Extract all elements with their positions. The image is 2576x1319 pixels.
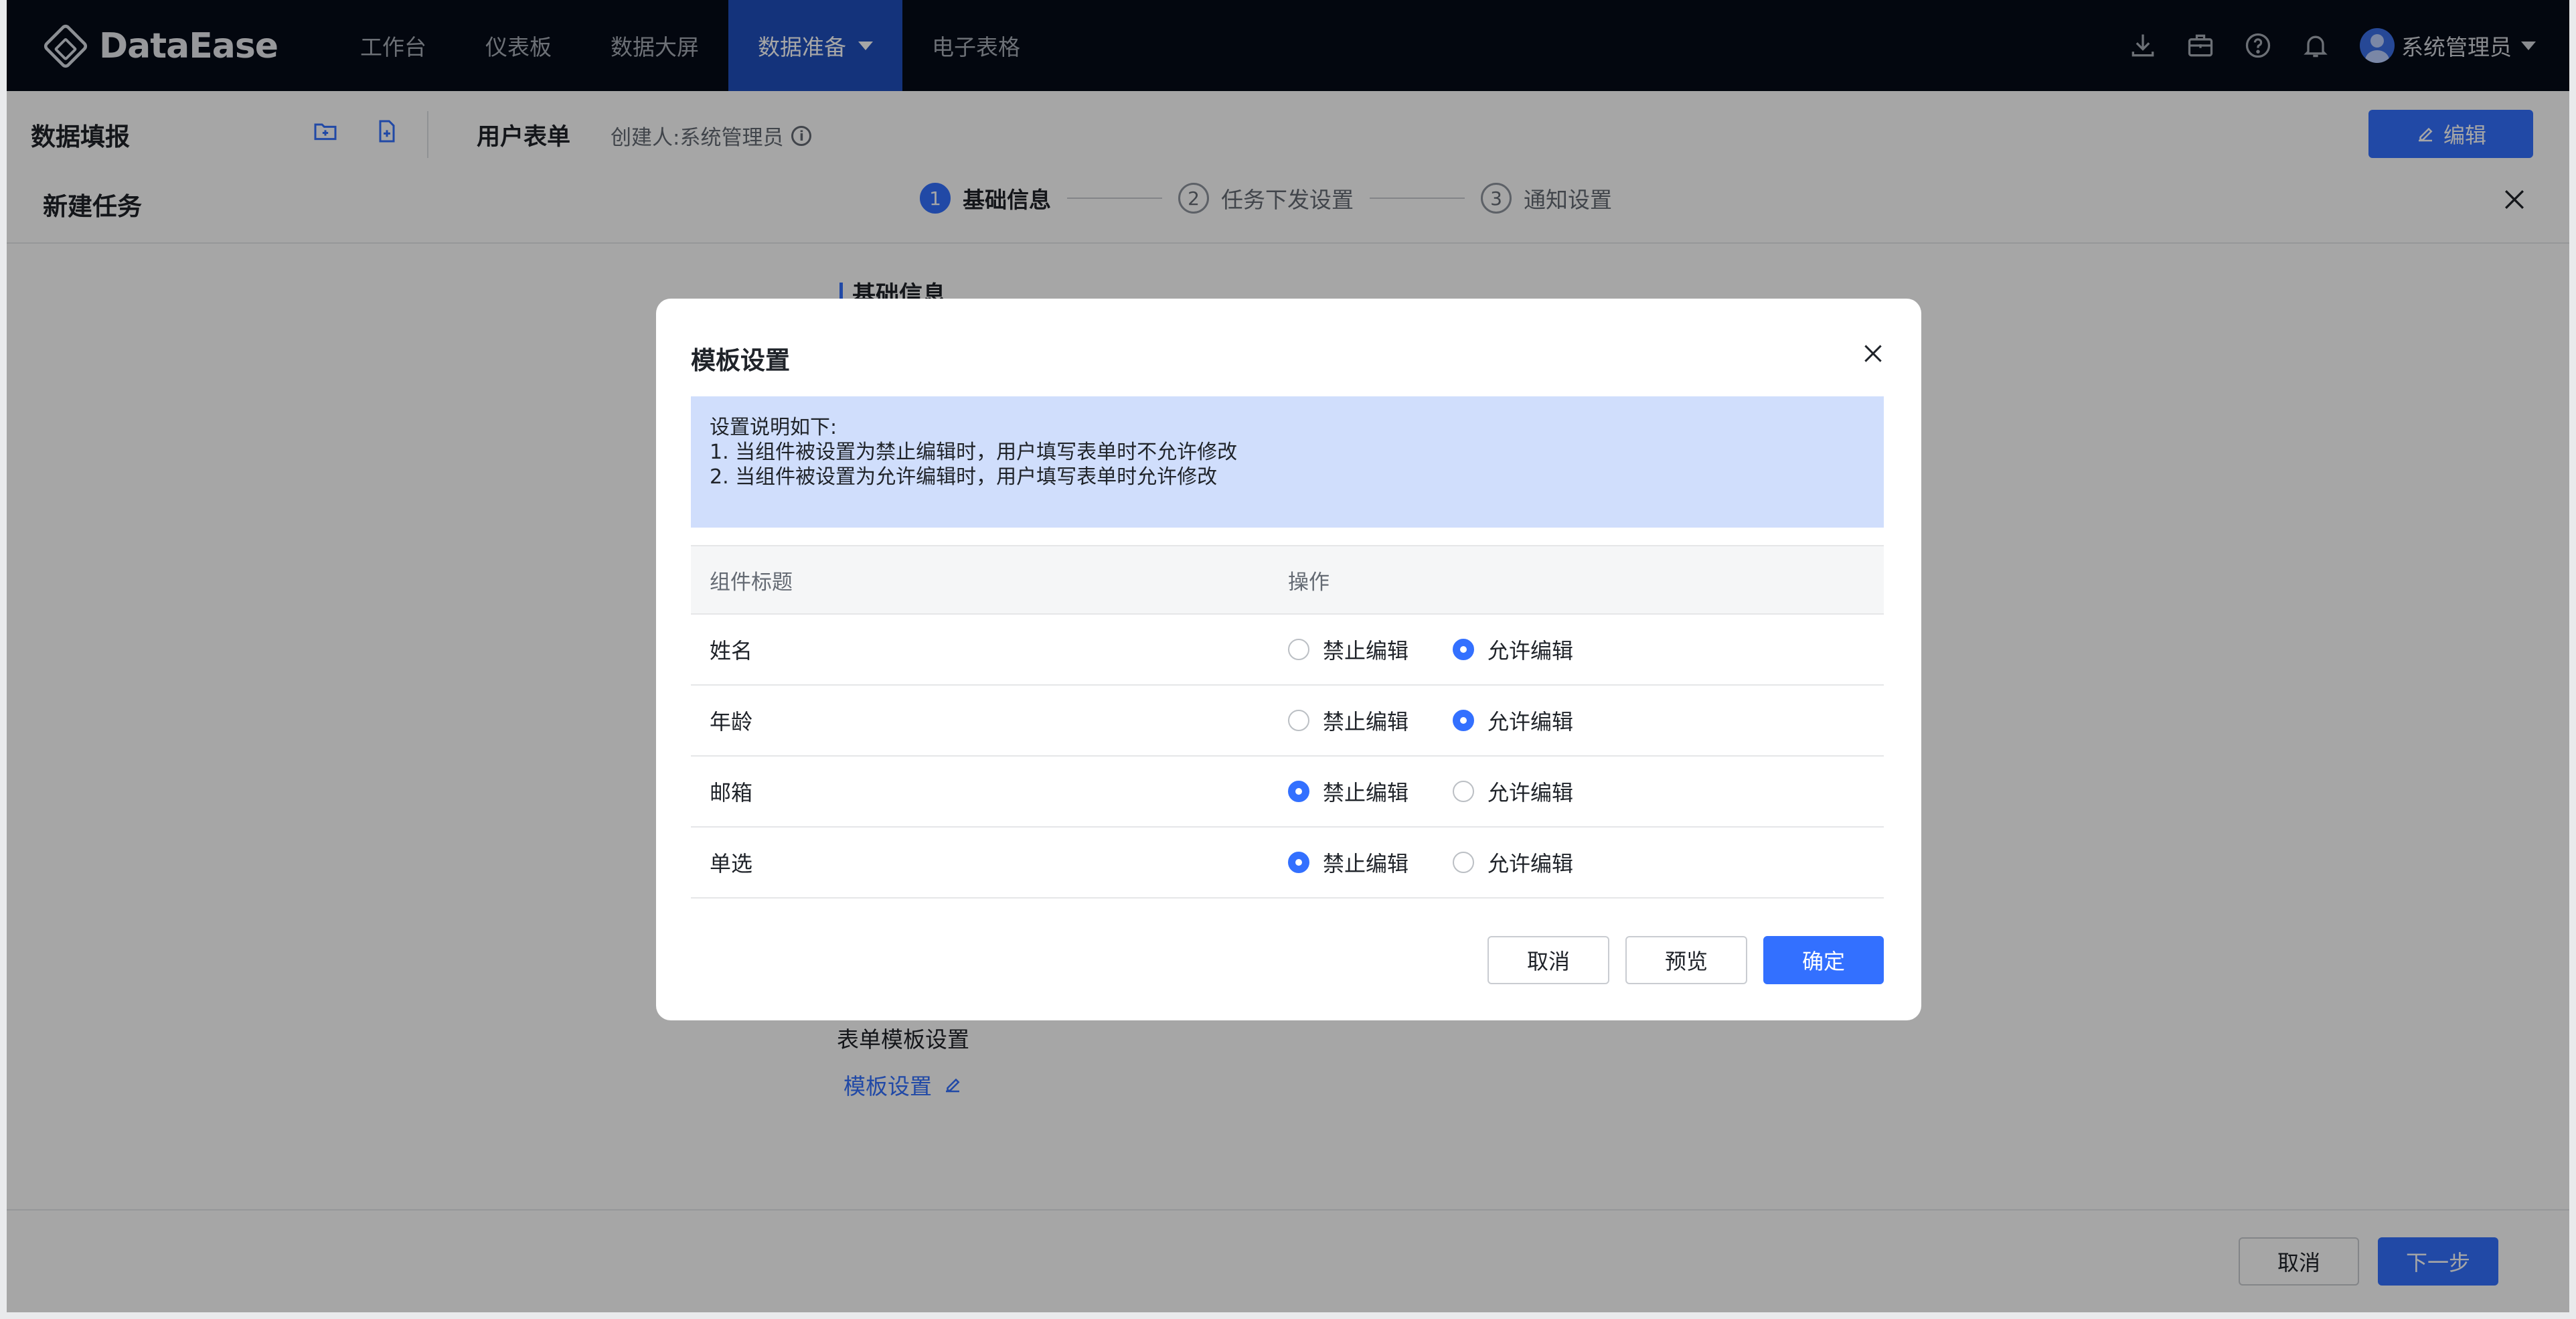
table-row: 姓名 禁止编辑 允许编辑 xyxy=(691,615,1884,686)
radio-label: 允许编辑 xyxy=(1487,780,1574,805)
radio-dot xyxy=(1453,639,1475,660)
notice-line: 设置说明如下: xyxy=(710,416,837,439)
edit-permission-radio-group: 禁止编辑 允许编辑 xyxy=(1288,705,1884,736)
edit-permission-radio-group: 禁止编辑 允许编辑 xyxy=(1288,634,1884,665)
radio-dot xyxy=(1288,781,1309,802)
table-row: 邮箱 禁止编辑 允许编辑 xyxy=(691,757,1884,828)
table-row: 单选 禁止编辑 允许编辑 xyxy=(691,828,1884,899)
template-settings-dialog: 模板设置 设置说明如下: 1. 当组件被设置为禁止编辑时，用户填写表单时不允许修… xyxy=(656,299,1921,1020)
radio-label: 禁止编辑 xyxy=(1323,851,1409,876)
radio-forbid-edit[interactable]: 禁止编辑 xyxy=(1288,776,1408,807)
component-title: 年龄 xyxy=(710,709,753,734)
radio-label: 允许编辑 xyxy=(1487,638,1574,664)
radio-allow-edit[interactable]: 允许编辑 xyxy=(1453,847,1573,878)
dialog-title: 模板设置 xyxy=(691,346,790,375)
radio-allow-edit[interactable]: 允许编辑 xyxy=(1453,634,1573,665)
edit-permission-radio-group: 禁止编辑 允许编辑 xyxy=(1288,847,1884,878)
notice-line: 1. 当组件被设置为禁止编辑时，用户填写表单时不允许修改 xyxy=(710,441,1238,464)
overlay-mask xyxy=(0,0,2576,158)
table-row: 年龄 禁止编辑 允许编辑 xyxy=(691,686,1884,757)
component-table: 组件标题 操作 姓名 禁止编辑 允许编辑 年龄 禁止编辑 允许编辑 邮箱 禁止编辑 允许编辑 单选… xyxy=(691,545,1884,899)
radio-dot xyxy=(1288,852,1309,873)
edit-permission-radio-group: 禁止编辑 允许编辑 xyxy=(1288,776,1884,807)
radio-forbid-edit[interactable]: 禁止编辑 xyxy=(1288,705,1408,736)
confirm-button[interactable]: 确定 xyxy=(1763,936,1884,984)
column-header-action: 操作 xyxy=(1288,570,1330,595)
radio-allow-edit[interactable]: 允许编辑 xyxy=(1453,776,1573,807)
radio-label: 允许编辑 xyxy=(1487,851,1574,876)
component-title: 单选 xyxy=(710,851,753,876)
column-header-title: 组件标题 xyxy=(710,570,793,595)
radio-dot xyxy=(1288,710,1309,731)
radio-label: 禁止编辑 xyxy=(1323,780,1409,805)
radio-dot xyxy=(1453,710,1475,731)
radio-forbid-edit[interactable]: 禁止编辑 xyxy=(1288,847,1408,878)
cancel-button[interactable]: 取消 xyxy=(1487,936,1609,984)
radio-label: 允许编辑 xyxy=(1487,709,1574,734)
table-header: 组件标题 操作 xyxy=(691,545,1884,615)
preview-button[interactable]: 预览 xyxy=(1625,936,1747,984)
radio-dot xyxy=(1453,781,1475,802)
radio-allow-edit[interactable]: 允许编辑 xyxy=(1453,705,1573,736)
radio-forbid-edit[interactable]: 禁止编辑 xyxy=(1288,634,1408,665)
radio-dot xyxy=(1453,852,1475,873)
component-title: 邮箱 xyxy=(710,780,753,805)
radio-label: 禁止编辑 xyxy=(1323,709,1409,734)
notice-line: 2. 当组件被设置为允许编辑时，用户填写表单时允许修改 xyxy=(710,465,1218,489)
close-icon[interactable] xyxy=(1860,340,1886,367)
radio-dot xyxy=(1288,639,1309,660)
radio-label: 禁止编辑 xyxy=(1323,638,1409,664)
component-title: 姓名 xyxy=(710,638,753,664)
settings-notice: 设置说明如下: 1. 当组件被设置为禁止编辑时，用户填写表单时不允许修改 2. … xyxy=(691,396,1884,528)
